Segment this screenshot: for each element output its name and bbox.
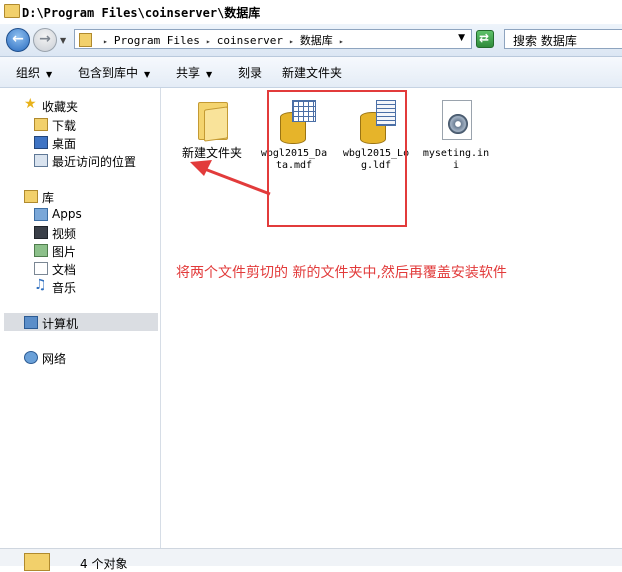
address-field[interactable]: ▸ Program Files ▸ coinserver ▸ 数据库 ▸ ▼ (74, 29, 472, 49)
config-file-icon (434, 98, 478, 146)
annotation-text: 将两个文件剪切的 新的文件夹中,然后再覆盖安装软件 (176, 265, 507, 281)
network-icon (24, 351, 38, 364)
breadcrumb: ▸ Program Files ▸ coinserver ▸ 数据库 ▸ (97, 32, 350, 48)
sidebar-item-label: 下载 (52, 119, 77, 133)
breadcrumb-item[interactable]: 数据库 (300, 34, 333, 47)
status-bar: 4 个对象 (0, 548, 622, 571)
video-icon (34, 226, 48, 239)
breadcrumb-item[interactable]: coinserver (217, 34, 283, 47)
music-icon: ♫ (34, 277, 47, 293)
apps-icon (34, 208, 48, 221)
folder-icon (4, 4, 20, 18)
folder-icon (190, 96, 234, 144)
folder-icon (79, 33, 92, 47)
chevron-right-icon[interactable]: ▸ (103, 37, 108, 46)
sidebar-item-label: 音乐 (52, 281, 77, 295)
computer-icon (24, 316, 38, 329)
burn-button[interactable]: 刻录 (238, 64, 262, 81)
forward-button[interactable]: → (33, 28, 57, 52)
star-icon: ★ (24, 96, 37, 112)
sidebar-item-label: 最近访问的位置 (52, 155, 137, 169)
file-item-myseting-ini[interactable]: myseting.ini (420, 98, 492, 172)
status-text: 4 个对象 (80, 557, 128, 571)
folder-icon (24, 553, 50, 571)
highlight-box (267, 90, 407, 227)
annotation-arrow (190, 160, 271, 196)
search-placeholder: 搜索 数据库 (513, 34, 577, 48)
download-folder-icon (34, 118, 48, 131)
organize-button[interactable]: 组织 ▼ (16, 64, 52, 81)
desktop-icon (34, 136, 48, 149)
window-title: D:\Program Files\coinserver\数据库 (22, 6, 261, 20)
share-button[interactable]: 共享 ▼ (176, 64, 212, 81)
chevron-down-icon: ▼ (144, 70, 151, 79)
refresh-button[interactable]: ⇄ (476, 30, 494, 48)
navigation-pane: ★ 收藏夹 下载 桌面 最近访问的位置 库 Apps 视频 图片 文档 ♫ 音乐… (0, 88, 161, 548)
include-in-library-label: 包含到库中 (78, 66, 139, 80)
document-icon (34, 262, 48, 275)
chevron-right-icon[interactable]: ▸ (289, 37, 294, 46)
sidebar-item-label: 文档 (52, 263, 77, 277)
organize-label: 组织 (16, 66, 41, 80)
chevron-down-icon: ▼ (206, 70, 213, 79)
sidebar-item-label: 计算机 (42, 317, 79, 331)
include-in-library-button[interactable]: 包含到库中 ▼ (78, 64, 150, 81)
title-bar: D:\Program Files\coinserver\数据库 (0, 0, 622, 25)
back-button[interactable]: ← (6, 28, 30, 52)
library-icon (24, 190, 38, 203)
arrow-right-icon: → (39, 31, 51, 47)
chevron-right-icon[interactable]: ▸ (339, 37, 344, 46)
file-name: myseting.ini (422, 148, 490, 171)
sidebar-item-label: 图片 (52, 245, 77, 259)
share-label: 共享 (176, 66, 201, 80)
sidebar-item-label: 视频 (52, 227, 77, 241)
breadcrumb-item[interactable]: Program Files (114, 34, 200, 47)
sidebar-item-label: 网络 (42, 352, 67, 366)
refresh-icon: ⇄ (479, 31, 490, 45)
sidebar-item-label: 收藏夹 (42, 100, 79, 114)
chevron-right-icon[interactable]: ▸ (206, 37, 211, 46)
chevron-down-icon: ▼ (46, 70, 53, 79)
arrow-left-icon: ← (12, 31, 24, 47)
recent-pages-dropdown[interactable]: ▼ (60, 36, 66, 45)
recent-places-icon (34, 154, 48, 167)
sidebar-item-label: Apps (52, 207, 82, 221)
chevron-down-icon[interactable]: ▼ (458, 33, 465, 43)
sidebar-item-label: 桌面 (52, 137, 77, 151)
search-input[interactable]: 搜索 数据库 (504, 29, 622, 49)
address-bar-row: ← → ▼ ▸ Program Files ▸ coinserver ▸ 数据库 ▸ ▼ ⇄… (0, 24, 622, 57)
new-folder-button[interactable]: 新建文件夹 (282, 64, 342, 81)
command-toolbar: 组织 ▼ 包含到库中 ▼ 共享 ▼ 刻录 新建文件夹 (0, 57, 622, 88)
pictures-icon (34, 244, 48, 257)
sidebar-item-label: 库 (42, 191, 55, 205)
